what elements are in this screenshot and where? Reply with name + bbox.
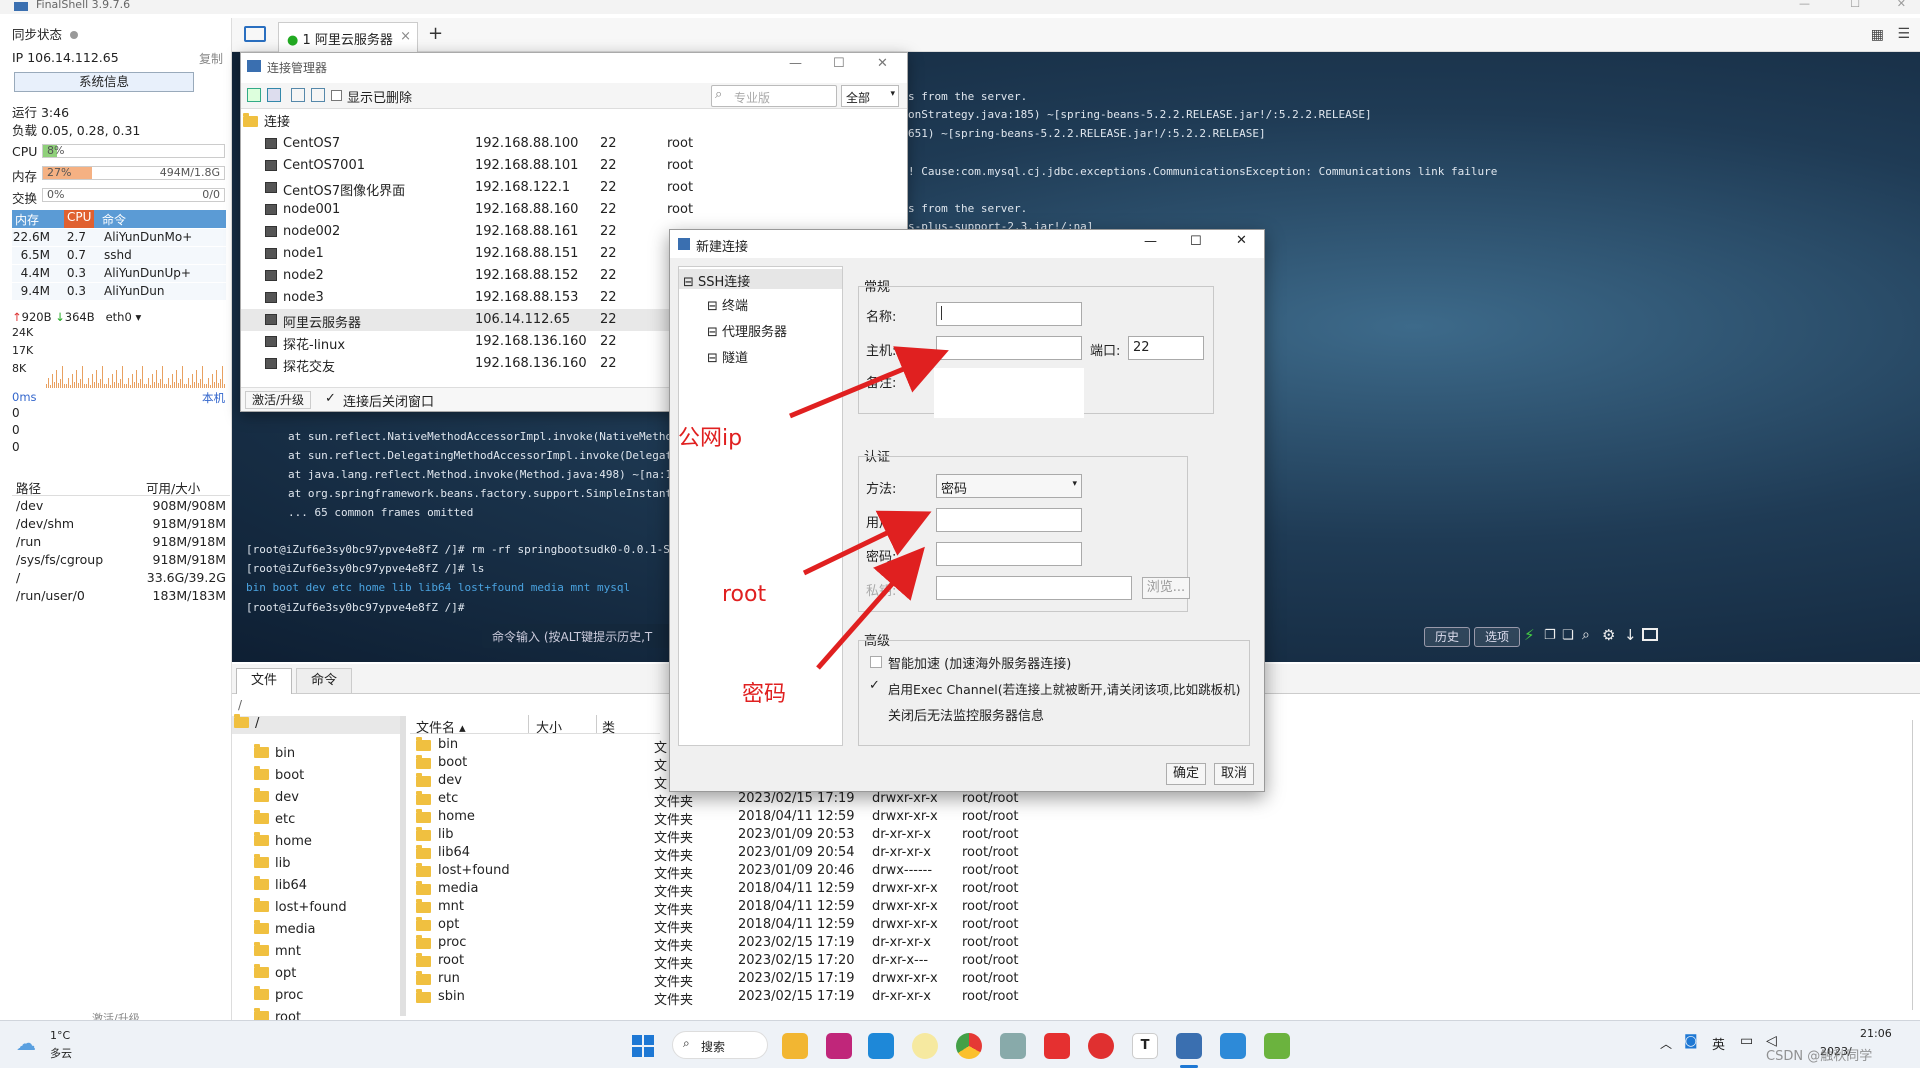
taskbar-search[interactable]: ⌕ 搜索 bbox=[672, 1031, 768, 1059]
arrow-password bbox=[816, 546, 925, 670]
chrome-icon[interactable] bbox=[956, 1033, 982, 1059]
finalshell-icon[interactable] bbox=[1176, 1033, 1202, 1059]
weather-desc: 多云 bbox=[50, 1047, 72, 1060]
ime-indicator[interactable]: 英 bbox=[1712, 1034, 1725, 1053]
annotation-root: root bbox=[722, 582, 767, 607]
intellij-icon[interactable] bbox=[826, 1033, 852, 1059]
annotation-password: 密码 bbox=[742, 682, 787, 707]
app-icon[interactable] bbox=[1264, 1033, 1290, 1059]
app-icon[interactable] bbox=[1000, 1033, 1026, 1059]
csdn-watermark: CSDN @触秋同学 bbox=[1766, 1049, 1873, 1064]
windows-taskbar: ☁ 1°C 多云 ⌕ 搜索 T ︿ ◙ 英 ▭ ◁ 21:06 2023/ CSD… bbox=[0, 1020, 1920, 1068]
notepad-icon[interactable] bbox=[1220, 1033, 1246, 1059]
annotation-arrows bbox=[789, 346, 949, 670]
file-explorer-icon[interactable] bbox=[782, 1033, 808, 1059]
tray-app-icon[interactable]: ◙ bbox=[1684, 1033, 1698, 1049]
tray-chevron-icon[interactable]: ︿ bbox=[1660, 1035, 1672, 1052]
weather-temp: 1°C bbox=[50, 1029, 71, 1042]
weather-icon: ☁ bbox=[16, 1031, 36, 1055]
annotation-public-ip: 公网ip bbox=[678, 426, 743, 451]
start-menu-icon[interactable] bbox=[632, 1035, 654, 1057]
vscode-icon[interactable] bbox=[868, 1033, 894, 1059]
arrow-username bbox=[802, 510, 932, 576]
clock-time: 21:06 bbox=[1860, 1027, 1892, 1040]
app-icon[interactable] bbox=[912, 1033, 938, 1059]
typora-icon[interactable]: T bbox=[1132, 1033, 1158, 1059]
search-icon: ⌕ bbox=[683, 1036, 690, 1050]
wps-icon[interactable] bbox=[1044, 1033, 1070, 1059]
arrow-host bbox=[789, 346, 949, 419]
netease-music-icon[interactable] bbox=[1088, 1033, 1114, 1059]
network-icon[interactable]: ▭ bbox=[1740, 1033, 1753, 1049]
